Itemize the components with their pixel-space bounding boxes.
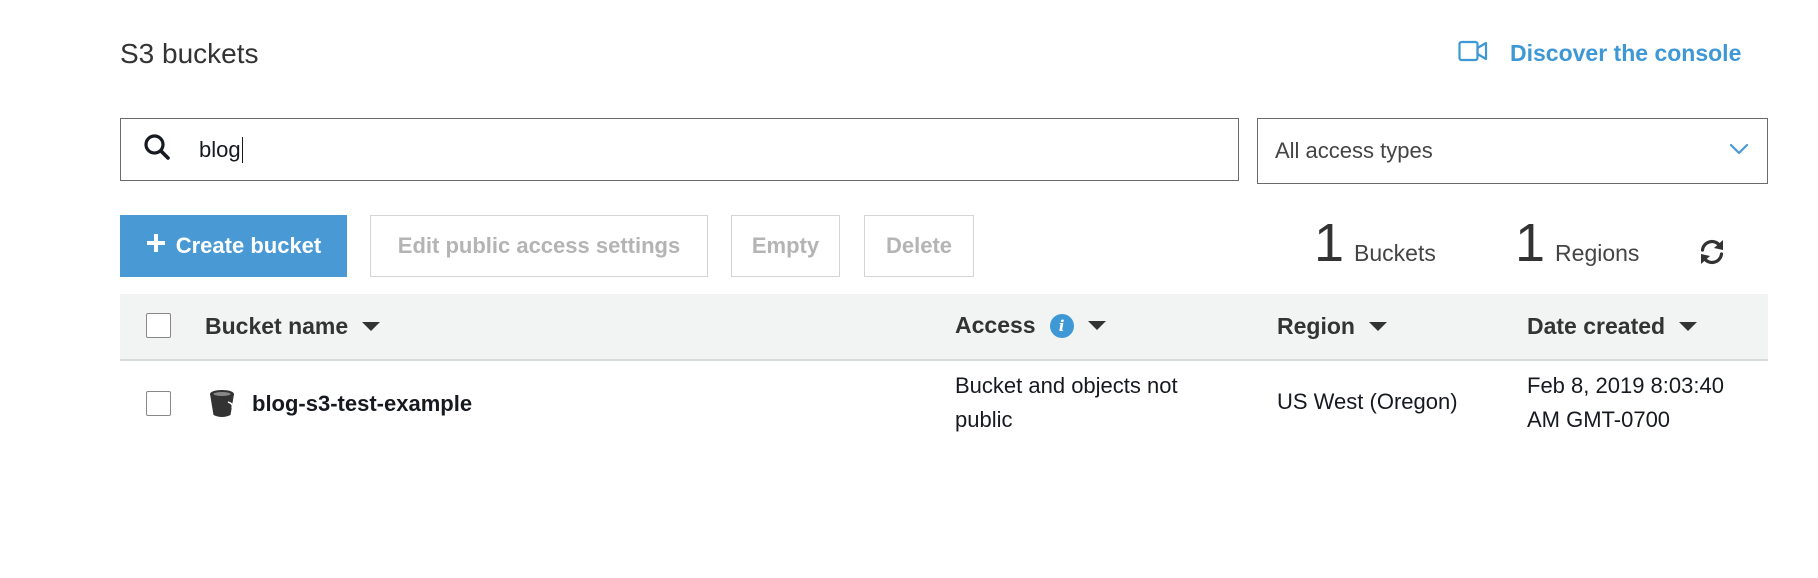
sort-caret-icon xyxy=(1087,321,1106,330)
sort-caret-icon xyxy=(362,322,381,331)
discover-console-link[interactable]: Discover the console xyxy=(1458,40,1741,67)
search-input[interactable]: blog xyxy=(120,118,1239,181)
regions-count: 1 Regions xyxy=(1515,216,1639,270)
region-cell: US West (Oregon) xyxy=(1277,389,1458,414)
date-created-line: AM GMT-0700 xyxy=(1527,407,1671,432)
buckets-count-label: Buckets xyxy=(1354,240,1436,266)
column-header-label: Region xyxy=(1277,313,1355,339)
bucket-icon xyxy=(208,389,236,424)
date-created-line: Feb 8, 2019 8:03:40 xyxy=(1527,373,1724,398)
create-bucket-label: Create bucket xyxy=(175,233,322,258)
chevron-down-icon xyxy=(1729,142,1749,160)
column-header-label: Bucket name xyxy=(205,313,349,339)
access-type-select[interactable]: All access types xyxy=(1257,118,1768,184)
sort-caret-icon xyxy=(1679,322,1698,331)
empty-button[interactable]: Empty xyxy=(731,215,840,277)
info-icon[interactable]: i xyxy=(1049,313,1074,338)
delete-button[interactable]: Delete xyxy=(864,215,974,277)
edit-public-access-button[interactable]: Edit public access settings xyxy=(370,215,708,277)
video-camera-icon xyxy=(1458,40,1488,67)
page-title: S3 buckets xyxy=(120,38,259,69)
buckets-count: 1 Buckets xyxy=(1314,216,1436,270)
column-header-date-created[interactable]: Date created xyxy=(1527,313,1698,340)
regions-count-number: 1 xyxy=(1515,213,1546,273)
buckets-count-number: 1 xyxy=(1314,213,1345,273)
access-cell-line: public xyxy=(955,407,1013,432)
row-checkbox[interactable] xyxy=(146,391,171,416)
text-cursor xyxy=(241,136,244,163)
create-bucket-button[interactable]: Create bucket xyxy=(120,215,347,277)
plus-icon xyxy=(146,233,166,259)
column-header-label: Date created xyxy=(1527,313,1666,339)
date-created-cell: Feb 8, 2019 8:03:40 AM GMT-0700 xyxy=(1527,369,1724,437)
bucket-name-link[interactable]: blog-s3-test-example xyxy=(252,387,472,421)
column-header-bucket-name[interactable]: Bucket name xyxy=(205,313,381,340)
search-icon xyxy=(143,133,171,166)
search-input-value: blog xyxy=(199,136,241,162)
access-cell: Bucket and objects not public xyxy=(955,369,1178,437)
discover-console-label: Discover the console xyxy=(1510,40,1742,66)
column-header-region[interactable]: Region xyxy=(1277,313,1387,340)
sort-caret-icon xyxy=(1368,322,1387,331)
column-header-access[interactable]: Access i xyxy=(955,312,1106,339)
access-cell-line: Bucket and objects not xyxy=(955,373,1178,398)
column-header-label: Access xyxy=(955,312,1036,338)
select-all-checkbox[interactable] xyxy=(146,313,171,338)
access-type-select-value: All access types xyxy=(1275,138,1433,163)
regions-count-label: Regions xyxy=(1555,240,1640,266)
refresh-icon[interactable] xyxy=(1698,238,1726,271)
